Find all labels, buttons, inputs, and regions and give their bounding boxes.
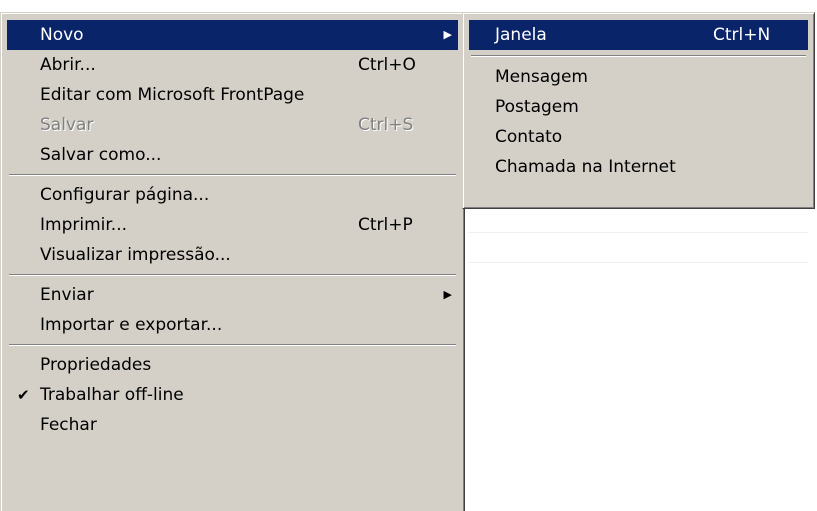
menu-item-salvar: Salvar Ctrl+S xyxy=(7,110,458,140)
menu-item-shortcut: Ctrl+O xyxy=(358,55,416,75)
submenu-item-postagem[interactable]: Postagem xyxy=(469,92,808,122)
menu-item-label: Importar e exportar... xyxy=(40,315,223,335)
menu-item-label: Imprimir... xyxy=(40,215,128,235)
submenu-item-janela[interactable]: Janela Ctrl+N xyxy=(469,20,808,50)
menu-item-propriedades[interactable]: Propriedades xyxy=(7,350,458,380)
submenu-item-mensagem[interactable]: Mensagem xyxy=(469,62,808,92)
menu-item-label: Salvar como... xyxy=(40,145,162,165)
menu-item-imprimir[interactable]: Imprimir... Ctrl+P xyxy=(7,210,458,240)
menu-item-trabalhar-offline[interactable]: ✔ Trabalhar off-line xyxy=(7,380,458,410)
menu-item-abrir[interactable]: Abrir... Ctrl+O xyxy=(7,50,458,80)
menu-separator xyxy=(7,170,458,180)
menu-item-label: Visualizar impressão... xyxy=(40,245,231,265)
novo-submenu: Janela Ctrl+N Mensagem Postagem Contato … xyxy=(462,12,815,209)
menu-item-label: Contato xyxy=(495,127,563,147)
novo-submenu-items: Janela Ctrl+N Mensagem Postagem Contato … xyxy=(469,20,808,182)
menu-item-label: Salvar xyxy=(40,115,94,135)
submenu-item-contato[interactable]: Contato xyxy=(469,122,808,152)
menu-item-editar-frontpage[interactable]: Editar com Microsoft FrontPage xyxy=(7,80,458,110)
menu-item-label: Trabalhar off-line xyxy=(40,385,184,405)
menu-item-shortcut: Ctrl+P xyxy=(358,215,413,235)
menu-item-label: Novo xyxy=(40,25,84,45)
background-line xyxy=(468,262,808,263)
menu-item-shortcut: Ctrl+S xyxy=(358,115,414,135)
menu-item-configurar-pagina[interactable]: Configurar página... xyxy=(7,180,458,210)
menu-item-label: Chamada na Internet xyxy=(495,157,676,177)
menu-separator xyxy=(469,50,808,62)
submenu-arrow-icon: ▶ xyxy=(443,288,452,301)
background-line xyxy=(468,232,808,233)
menu-item-enviar[interactable]: Enviar ▶ xyxy=(7,280,458,310)
menu-item-label: Abrir... xyxy=(40,55,96,75)
menu-item-label: Janela xyxy=(495,25,547,45)
menu-item-label: Mensagem xyxy=(495,67,588,87)
file-menu: Novo ▶ Abrir... Ctrl+O Editar com Micros… xyxy=(0,12,465,511)
menu-item-label: Enviar xyxy=(40,285,94,305)
menu-item-label: Propriedades xyxy=(40,355,152,375)
menu-item-label: Fechar xyxy=(40,415,97,435)
menu-item-shortcut: Ctrl+N xyxy=(713,25,771,45)
checkmark-icon: ✔ xyxy=(17,386,30,404)
submenu-item-chamada-internet[interactable]: Chamada na Internet xyxy=(469,152,808,182)
menu-item-novo[interactable]: Novo ▶ xyxy=(7,20,458,50)
menu-separator xyxy=(7,270,458,280)
submenu-arrow-icon: ▶ xyxy=(443,28,452,41)
menu-item-label: Editar com Microsoft FrontPage xyxy=(40,85,305,105)
menu-item-importar-exportar[interactable]: Importar e exportar... xyxy=(7,310,458,340)
menu-item-visualizar-impressao[interactable]: Visualizar impressão... xyxy=(7,240,458,270)
screen: Novo ▶ Abrir... Ctrl+O Editar com Micros… xyxy=(0,0,817,511)
menu-item-label: Postagem xyxy=(495,97,579,117)
menu-item-label: Configurar página... xyxy=(40,185,210,205)
menu-item-fechar[interactable]: Fechar xyxy=(7,410,458,440)
menu-separator xyxy=(7,340,458,350)
menu-item-salvar-como[interactable]: Salvar como... xyxy=(7,140,458,170)
file-menu-items: Novo ▶ Abrir... Ctrl+O Editar com Micros… xyxy=(7,20,458,440)
